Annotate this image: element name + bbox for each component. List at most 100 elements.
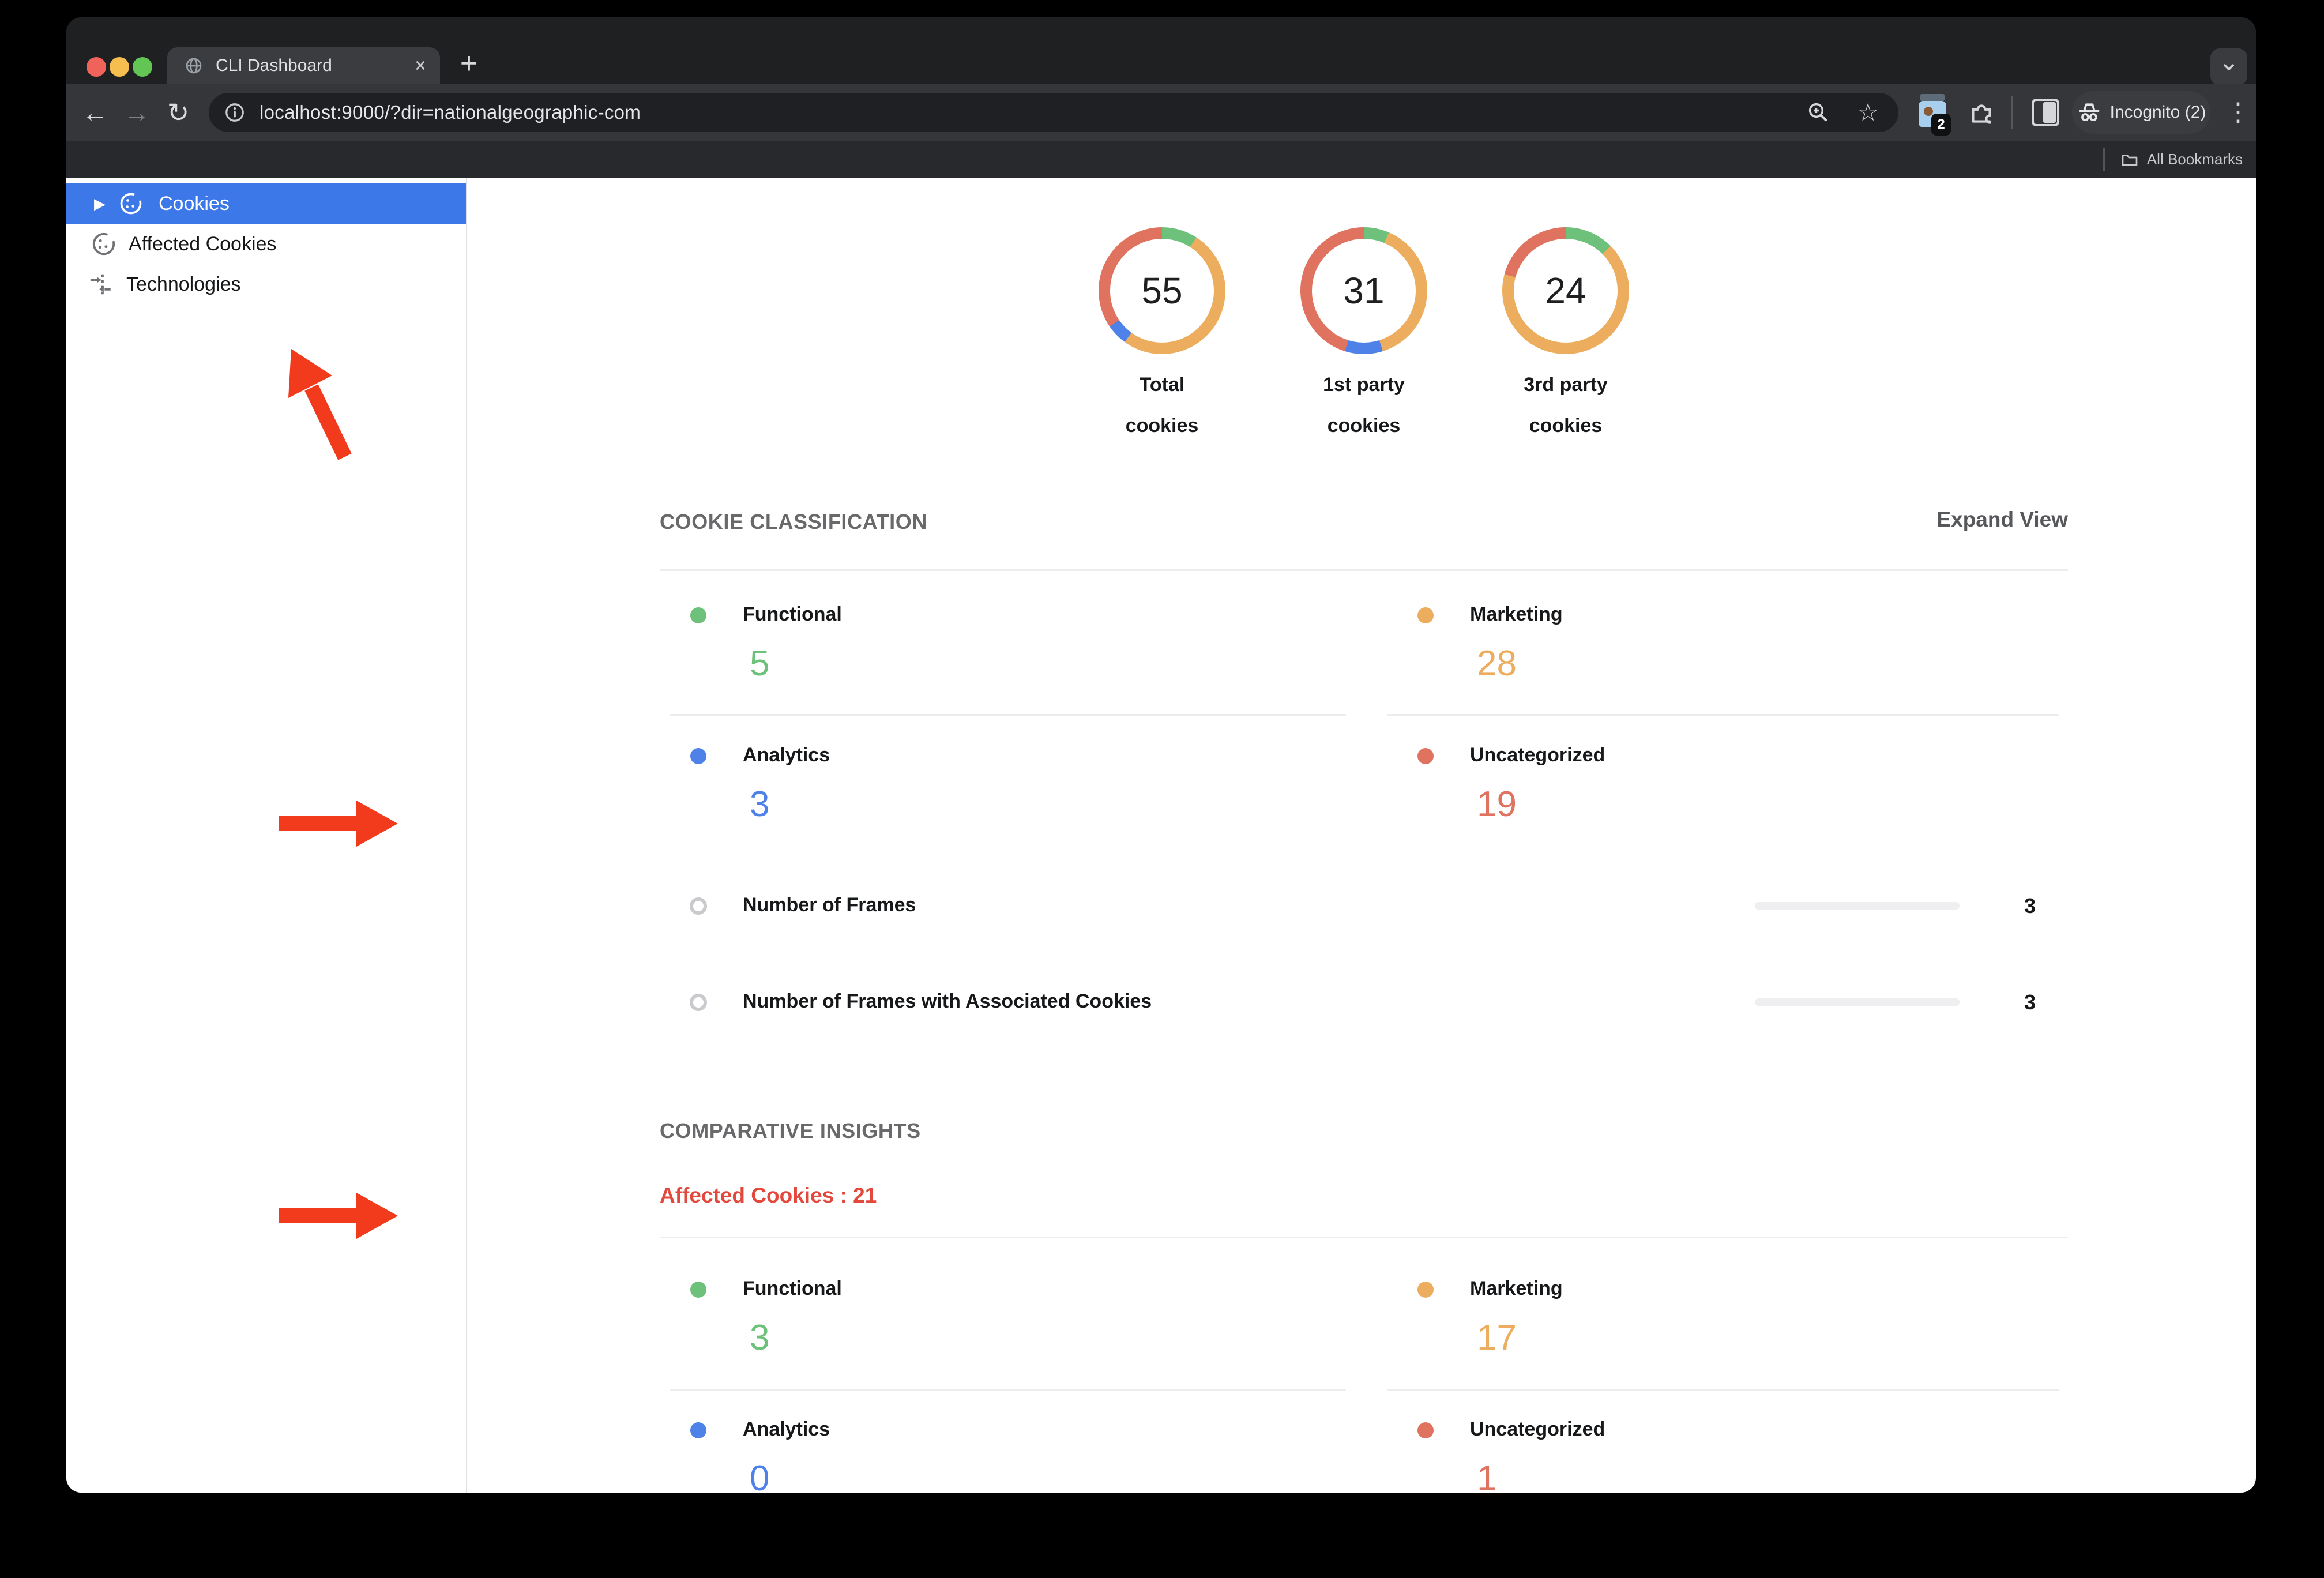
cookie-dot — [1924, 107, 1933, 116]
close-tab-icon[interactable]: × — [415, 56, 426, 76]
cell-divider — [670, 714, 1346, 716]
donut-ring: 31 — [1300, 227, 1427, 354]
donut-ring: 55 — [1099, 227, 1225, 354]
chevron-down-icon — [2224, 64, 2234, 71]
donut-center-value: 24 — [1545, 270, 1586, 311]
new-tab-button[interactable]: + — [452, 46, 486, 81]
category-label: Marketing — [1470, 603, 1563, 625]
section-divider — [660, 1237, 2068, 1238]
metric-label: Number of Frames — [743, 894, 916, 916]
cell-divider — [1387, 1389, 2059, 1391]
category-label: Functional — [743, 1278, 842, 1299]
metric-value: 3 — [2024, 894, 2036, 918]
category-label: Uncategorized — [1470, 744, 1605, 766]
bookmark-star-icon[interactable]: ☆ — [1857, 100, 1879, 125]
section-title-cookie-classification: COOKIE CLASSIFICATION — [660, 510, 927, 533]
incognito-label: Incognito (2) — [2109, 103, 2206, 122]
tab-search-button[interactable] — [2210, 48, 2247, 85]
side-panel-icon[interactable] — [2032, 99, 2059, 126]
classification-cell-functional: Functional 5 — [660, 593, 1352, 726]
cookie-jar-extension-icon[interactable]: 2 — [1919, 94, 1951, 136]
category-value: 17 — [1477, 1318, 1517, 1358]
category-dot-icon — [690, 607, 706, 623]
browser-toolbar: ← → ↻ localhost:9000/?dir=nationalgeogra… — [66, 84, 2256, 141]
category-label: Uncategorized — [1470, 1418, 1605, 1440]
tab-cli-dashboard[interactable]: CLI Dashboard × — [167, 47, 440, 84]
bookmarks-divider — [2103, 148, 2105, 171]
category-value: 3 — [750, 784, 770, 824]
donut-center-value: 55 — [1141, 270, 1183, 311]
category-dot-icon — [690, 1282, 706, 1298]
address-bar[interactable]: localhost:9000/?dir=nationalgeographic-c… — [209, 93, 1898, 132]
reload-button[interactable]: ↻ — [160, 84, 197, 141]
section-divider — [660, 569, 2068, 571]
zoom-icon[interactable] — [1806, 100, 1830, 125]
expand-view-button[interactable]: Expand View — [1837, 508, 2068, 532]
metric-ring-icon — [690, 897, 707, 915]
extensions-puzzle-icon[interactable] — [1967, 99, 1996, 127]
classification-cell-uncategorized: Uncategorized 19 — [1387, 734, 2079, 866]
sidebar-item-label: Technologies — [126, 273, 241, 295]
category-dot-icon — [690, 748, 706, 764]
globe-favicon-icon — [186, 58, 202, 73]
donut-label: cookies — [1529, 415, 1603, 437]
minimize-window-button[interactable] — [110, 57, 129, 77]
category-dot-icon — [1417, 607, 1434, 623]
comparative-cell-analytics: Analytics 0 — [660, 1408, 1352, 1493]
section-title-comparative-insights: COMPARATIVE INSIGHTS — [660, 1119, 921, 1143]
donut-total-cookies: 55 Total cookies — [1070, 227, 1254, 437]
category-value: 0 — [750, 1459, 770, 1493]
category-dot-icon — [1417, 1282, 1434, 1298]
sidebar: ▶ Cookies Affected Cookies Technologies — [66, 178, 467, 1493]
technologies-icon — [90, 274, 111, 295]
cookie-icon — [92, 232, 116, 256]
incognito-badge[interactable]: Incognito (2) — [2072, 91, 2210, 134]
folder-icon — [2122, 154, 2138, 166]
donut-ring: 24 — [1502, 227, 1629, 354]
category-label: Analytics — [743, 1418, 830, 1440]
extension-badge: 2 — [1931, 114, 1951, 136]
donut-label: cookies — [1327, 415, 1401, 437]
category-dot-icon — [1417, 748, 1434, 764]
sidebar-item-technologies[interactable]: Technologies — [66, 264, 466, 305]
browser-menu-button[interactable]: ⋮ — [2222, 84, 2254, 141]
url-text[interactable]: localhost:9000/?dir=nationalgeographic-c… — [260, 102, 1806, 123]
classification-cell-marketing: Marketing 28 — [1387, 593, 2079, 726]
category-value: 19 — [1477, 784, 1517, 824]
comparative-cell-functional: Functional 3 — [660, 1267, 1352, 1400]
browser-window: CLI Dashboard × + ← → ↻ localhost:9000/?… — [66, 17, 2256, 1493]
toolbar-divider — [2011, 96, 2013, 129]
expand-triangle-icon[interactable]: ▶ — [94, 196, 106, 211]
forward-button[interactable]: → — [118, 84, 155, 141]
metric-label: Number of Frames with Associated Cookies — [743, 990, 1152, 1012]
site-info-icon[interactable] — [224, 102, 246, 123]
category-value: 1 — [1477, 1459, 1497, 1493]
metric-ring-icon — [690, 994, 707, 1011]
sidebar-item-affected-cookies[interactable]: Affected Cookies — [66, 224, 466, 264]
back-button[interactable]: ← — [77, 84, 114, 141]
sidebar-item-label: Cookies — [159, 192, 230, 215]
sidebar-item-cookies[interactable]: ▶ Cookies — [66, 183, 466, 224]
dashboard-main: 55 Total cookies 31 1st party cookies 24 3rd … — [467, 178, 2256, 1493]
donut-first-party-cookies: 31 1st party cookies — [1272, 227, 1456, 437]
all-bookmarks-button[interactable]: All Bookmarks — [2120, 141, 2243, 178]
bookmarks-bar: All Bookmarks — [66, 141, 2256, 178]
page-content: ▶ Cookies Affected Cookies Technologies … — [66, 178, 2256, 1493]
cell-divider — [1387, 714, 2059, 716]
all-bookmarks-label: All Bookmarks — [2146, 151, 2243, 168]
donut-label: 1st party — [1323, 374, 1405, 396]
category-value: 5 — [750, 644, 770, 683]
incognito-icon — [2079, 103, 2100, 122]
metric-progress-bar — [1755, 902, 1960, 910]
cookie-icon — [120, 193, 142, 215]
category-dot-icon — [1417, 1422, 1434, 1438]
donut-label: 3rd party — [1524, 374, 1608, 396]
category-dot-icon — [690, 1422, 706, 1438]
comparative-cell-uncategorized: Uncategorized 1 — [1387, 1408, 2079, 1493]
zoom-window-button[interactable] — [133, 57, 152, 77]
jar-lid — [1920, 94, 1945, 101]
category-value: 3 — [750, 1318, 770, 1358]
close-window-button[interactable] — [87, 57, 106, 77]
donut-label: cookies — [1125, 415, 1199, 437]
metric-progress-bar — [1755, 998, 1960, 1006]
